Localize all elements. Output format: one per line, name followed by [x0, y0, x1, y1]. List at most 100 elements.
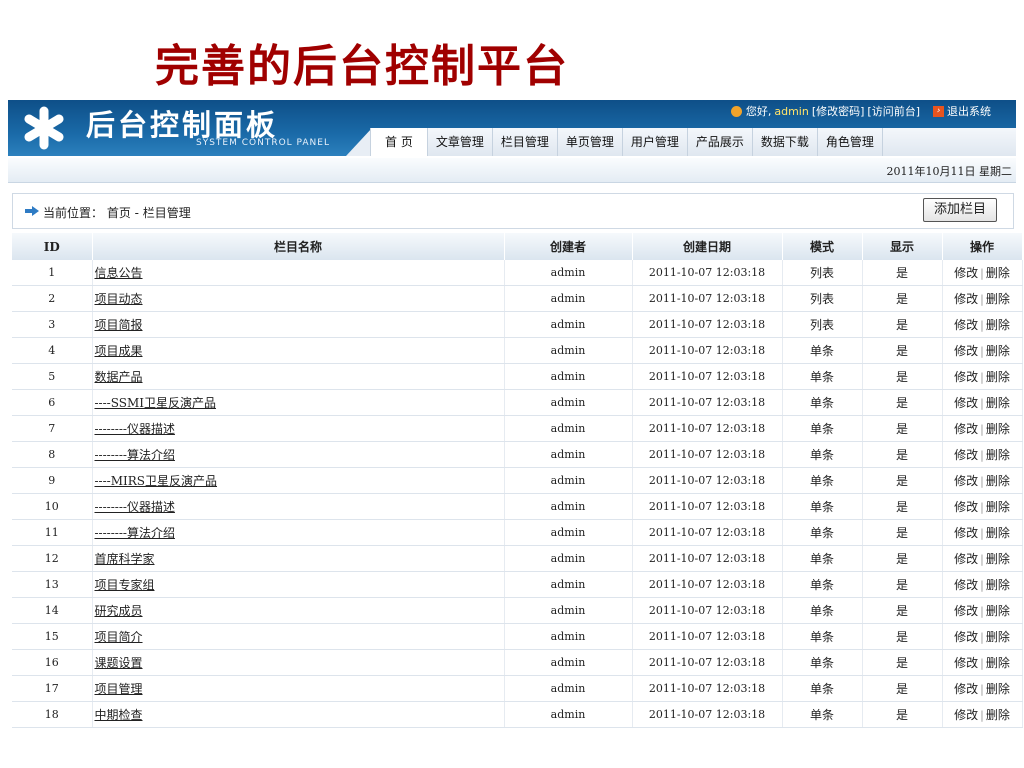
- edit-link[interactable]: 修改: [954, 630, 978, 644]
- delete-link[interactable]: 删除: [986, 708, 1010, 722]
- column-name-link[interactable]: 项目专家组: [95, 578, 155, 592]
- cell-show: 是: [862, 337, 943, 364]
- cell-name: 首席科学家: [92, 545, 505, 572]
- delete-link[interactable]: 删除: [986, 630, 1010, 644]
- nav-roles[interactable]: 角色管理: [818, 128, 883, 156]
- column-name-link[interactable]: 项目简介: [95, 630, 143, 644]
- logout-link[interactable]: 退出系统: [947, 103, 991, 119]
- cell-creator: admin: [504, 701, 633, 728]
- column-name-link[interactable]: 研究成员: [95, 604, 143, 618]
- cell-name: 研究成员: [92, 597, 505, 624]
- delete-link[interactable]: 删除: [986, 448, 1010, 462]
- nav-users[interactable]: 用户管理: [623, 128, 688, 156]
- edit-link[interactable]: 修改: [954, 500, 978, 514]
- delete-link[interactable]: 删除: [986, 552, 1010, 566]
- cell-creator: admin: [504, 493, 633, 520]
- edit-link[interactable]: 修改: [954, 292, 978, 306]
- edit-link[interactable]: 修改: [954, 396, 978, 410]
- cell-name: 项目成果: [92, 337, 505, 364]
- column-name-link[interactable]: 信息公告: [95, 266, 143, 280]
- edit-link[interactable]: 修改: [954, 708, 978, 722]
- delete-link[interactable]: 删除: [986, 292, 1010, 306]
- breadcrumb: 当前位置： 首页 - 栏目管理 添加栏目: [12, 193, 1014, 229]
- delete-link[interactable]: 删除: [986, 318, 1010, 332]
- nav-articles[interactable]: 文章管理: [428, 128, 493, 156]
- nav-home[interactable]: 首 页: [370, 128, 428, 156]
- edit-link[interactable]: 修改: [954, 604, 978, 618]
- edit-link[interactable]: 修改: [954, 682, 978, 696]
- cell-date: 2011-10-07 12:03:18: [632, 675, 783, 702]
- nav-columns[interactable]: 栏目管理: [493, 128, 558, 156]
- cell-id: 9: [12, 467, 93, 494]
- delete-link[interactable]: 删除: [986, 422, 1010, 436]
- action-separator: |: [980, 605, 984, 618]
- column-name-link[interactable]: --------仪器描述: [95, 500, 175, 514]
- delete-link[interactable]: 删除: [986, 500, 1010, 514]
- column-name-link[interactable]: --------算法介绍: [95, 448, 175, 462]
- column-name-link[interactable]: 首席科学家: [95, 552, 155, 566]
- change-password-link[interactable]: [修改密码]: [812, 103, 865, 119]
- delete-link[interactable]: 删除: [986, 604, 1010, 618]
- column-name-link[interactable]: ----MIRS卫星反演产品: [95, 474, 218, 488]
- nav-downloads[interactable]: 数据下载: [753, 128, 818, 156]
- delete-link[interactable]: 删除: [986, 682, 1010, 696]
- action-separator: |: [980, 553, 984, 566]
- cell-name: 项目简报: [92, 311, 505, 338]
- delete-link[interactable]: 删除: [986, 526, 1010, 540]
- column-name-link[interactable]: 课题设置: [95, 656, 143, 670]
- edit-link[interactable]: 修改: [954, 344, 978, 358]
- column-name-link[interactable]: --------算法介绍: [95, 526, 175, 540]
- cell-id: 14: [12, 597, 93, 624]
- cell-show: 是: [862, 260, 943, 286]
- edit-link[interactable]: 修改: [954, 656, 978, 670]
- cell-mode: 单条: [782, 415, 863, 442]
- delete-link[interactable]: 删除: [986, 578, 1010, 592]
- table-row: 6 ----SSMI卫星反演产品 admin 2011-10-07 12:03:18 单…: [12, 389, 1023, 416]
- edit-link[interactable]: 修改: [954, 448, 978, 462]
- cell-creator: admin: [504, 467, 633, 494]
- delete-link[interactable]: 删除: [986, 266, 1010, 280]
- delete-link[interactable]: 删除: [986, 344, 1010, 358]
- edit-link[interactable]: 修改: [954, 552, 978, 566]
- edit-link[interactable]: 修改: [954, 526, 978, 540]
- action-separator: |: [980, 397, 984, 410]
- column-name-link[interactable]: 项目成果: [95, 344, 143, 358]
- cell-actions: 修改 | 删除: [942, 467, 1023, 494]
- edit-link[interactable]: 修改: [954, 370, 978, 384]
- cell-date: 2011-10-07 12:03:18: [632, 363, 783, 390]
- column-name-link[interactable]: ----SSMI卫星反演产品: [95, 396, 216, 410]
- column-name-link[interactable]: 数据产品: [95, 370, 143, 384]
- header-mode: 模式: [782, 233, 863, 260]
- edit-link[interactable]: 修改: [954, 474, 978, 488]
- edit-link[interactable]: 修改: [954, 318, 978, 332]
- cell-date: 2011-10-07 12:03:18: [632, 545, 783, 572]
- delete-link[interactable]: 删除: [986, 474, 1010, 488]
- date-bar: 2011年10月11日 星期二: [8, 158, 1016, 183]
- edit-link[interactable]: 修改: [954, 578, 978, 592]
- cell-id: 4: [12, 337, 93, 364]
- visit-front-link[interactable]: [访问前台]: [867, 103, 920, 119]
- nav-pages[interactable]: 单页管理: [558, 128, 623, 156]
- cell-date: 2011-10-07 12:03:18: [632, 623, 783, 650]
- cell-date: 2011-10-07 12:03:18: [632, 285, 783, 312]
- column-name-link[interactable]: 项目管理: [95, 682, 143, 696]
- cell-date: 2011-10-07 12:03:18: [632, 389, 783, 416]
- nav-products[interactable]: 产品展示: [688, 128, 753, 156]
- cell-date: 2011-10-07 12:03:18: [632, 597, 783, 624]
- cell-id: 6: [12, 389, 93, 416]
- delete-link[interactable]: 删除: [986, 396, 1010, 410]
- delete-link[interactable]: 删除: [986, 656, 1010, 670]
- cell-show: 是: [862, 675, 943, 702]
- edit-link[interactable]: 修改: [954, 266, 978, 280]
- cell-mode: 单条: [782, 337, 863, 364]
- column-name-link[interactable]: --------仪器描述: [95, 422, 175, 436]
- column-name-link[interactable]: 项目动态: [95, 292, 143, 306]
- cell-name: 课题设置: [92, 649, 505, 676]
- cell-actions: 修改 | 删除: [942, 441, 1023, 468]
- column-name-link[interactable]: 项目简报: [95, 318, 143, 332]
- cell-mode: 单条: [782, 493, 863, 520]
- edit-link[interactable]: 修改: [954, 422, 978, 436]
- add-column-button[interactable]: 添加栏目: [922, 198, 997, 222]
- column-name-link[interactable]: 中期检查: [95, 708, 143, 722]
- delete-link[interactable]: 删除: [986, 370, 1010, 384]
